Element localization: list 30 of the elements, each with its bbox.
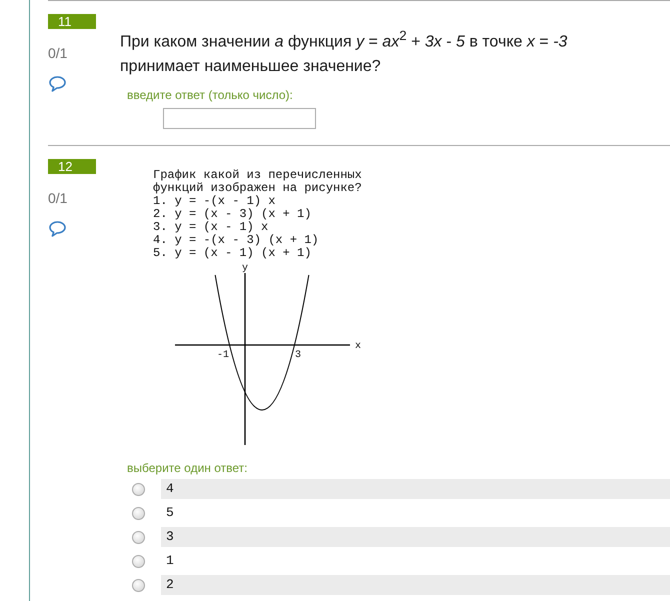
axis-label: y	[242, 263, 248, 274]
question-text: При каком значении a функция y = ax$^{2}$ + 3x - 5 в точке x = -3 принимает наименьшее значение?	[120, 27, 568, 78]
answer-option[interactable]: 4	[161, 479, 670, 500]
tick-label: -1	[216, 350, 229, 362]
answer-input[interactable]	[163, 108, 316, 130]
answer-prompt: выберите один ответ:	[127, 460, 248, 476]
question-text: График какой из перечисленных функций изображен на рисунке?	[153, 169, 363, 196]
speech-bubble-icon[interactable]	[49, 221, 66, 238]
score-text: 0/1	[48, 190, 68, 206]
question-number-badge: 12	[48, 159, 96, 174]
function-choice-text: 2. y = (x - 3) (x + 1)	[153, 208, 312, 222]
answer-option[interactable]: 2	[161, 575, 670, 596]
radio-button[interactable]	[132, 482, 145, 496]
axis-label: x	[355, 341, 362, 352]
question-number-badge: 11	[48, 14, 96, 29]
radio-button[interactable]	[132, 554, 145, 568]
speech-bubble-icon[interactable]	[49, 76, 66, 92]
function-choice-text: 5. y = (x - 1) (x + 1)	[153, 247, 312, 260]
tick-label: 3	[295, 350, 302, 362]
radio-button[interactable]	[132, 530, 145, 544]
answer-option[interactable]: 5	[161, 503, 670, 524]
function-choice-text: 4. y = -(x - 3) (x + 1)	[153, 234, 319, 248]
function-choice-text: 3. y = (x - 1) x	[153, 221, 268, 234]
radio-button[interactable]	[132, 506, 145, 520]
answer-option[interactable]: 3	[161, 527, 670, 548]
answer-option[interactable]: 1	[161, 551, 670, 572]
radio-button[interactable]	[132, 578, 145, 592]
function-choice-text: 1. y = -(x - 1) x	[153, 195, 276, 208]
score-text: 0/1	[48, 45, 68, 61]
answer-prompt: введите ответ (только число):	[127, 87, 293, 104]
